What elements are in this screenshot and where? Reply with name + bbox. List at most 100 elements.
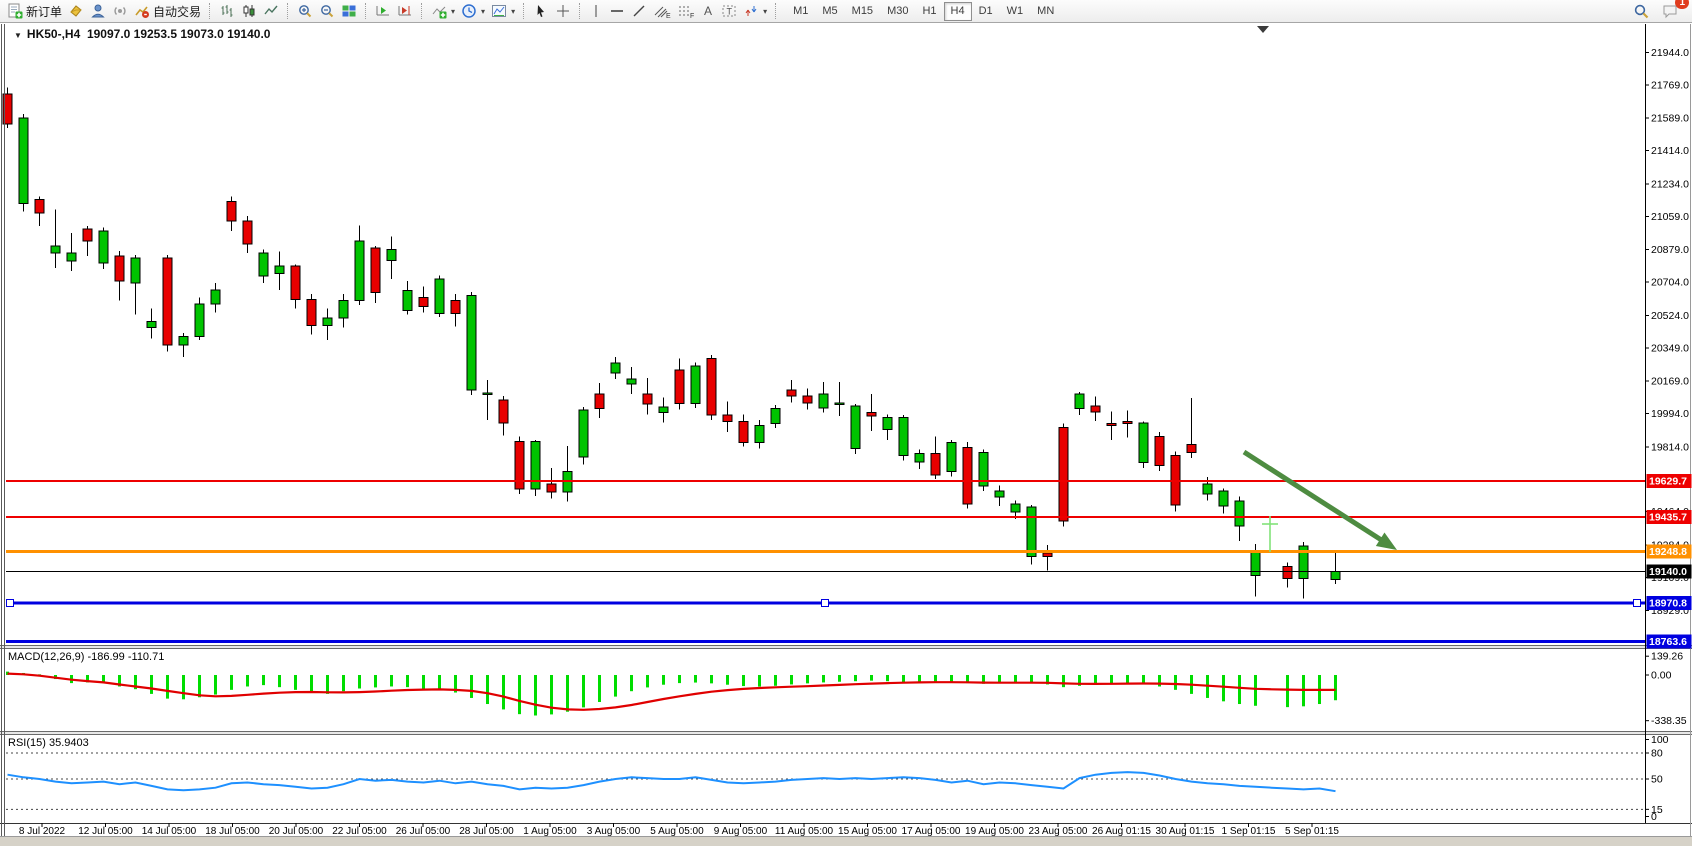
timeframe-h4[interactable]: H4	[944, 2, 972, 21]
auto-trading-button[interactable]: 自动交易	[131, 1, 204, 21]
candle-bearish[interactable]	[227, 202, 236, 222]
candle-bearish[interactable]	[1043, 553, 1052, 557]
candle-bullish[interactable]	[179, 337, 188, 346]
candle-bullish[interactable]	[67, 253, 76, 261]
candle-bearish[interactable]	[371, 248, 380, 293]
candle-bearish[interactable]	[963, 448, 972, 505]
crosshair-tool-button[interactable]	[552, 1, 574, 21]
candle-bullish[interactable]	[627, 379, 636, 384]
candle-bearish[interactable]	[723, 415, 732, 422]
candle-bullish[interactable]	[323, 318, 332, 326]
search-button[interactable]	[1630, 1, 1653, 21]
candle-bearish[interactable]	[419, 298, 428, 307]
candle-bullish[interactable]	[1235, 501, 1244, 526]
candle-bullish[interactable]	[755, 426, 764, 443]
periods-button[interactable]: ▾	[458, 1, 488, 21]
candle-bullish[interactable]	[339, 301, 348, 319]
candle-bullish[interactable]	[883, 418, 892, 430]
timeframe-d1[interactable]: D1	[972, 2, 1000, 21]
candle-bearish[interactable]	[931, 454, 940, 476]
candle-bullish[interactable]	[275, 266, 284, 274]
candle-bearish[interactable]	[867, 413, 876, 417]
timeframe-m1[interactable]: M1	[786, 2, 815, 21]
trendline-tool[interactable]	[628, 1, 650, 21]
candle-bearish[interactable]	[1059, 428, 1068, 522]
candle-bullish[interactable]	[1219, 491, 1228, 506]
timeframe-m30[interactable]: M30	[880, 2, 915, 21]
candle-bearish[interactable]	[451, 301, 460, 314]
candle-bearish[interactable]	[35, 200, 44, 214]
candle-bullish[interactable]	[835, 403, 844, 405]
indicators-button[interactable]: ▾	[428, 1, 458, 21]
candle-bullish[interactable]	[611, 363, 620, 373]
candle-bullish[interactable]	[51, 246, 60, 253]
cursor-tool-button[interactable]	[530, 1, 552, 21]
line-selection-handle[interactable]	[822, 600, 829, 607]
line-selection-handle[interactable]	[1634, 600, 1641, 607]
candle-bearish[interactable]	[83, 229, 92, 241]
chart-shift-button[interactable]	[394, 1, 416, 21]
candle-bullish[interactable]	[819, 394, 828, 408]
candle-bullish[interactable]	[691, 366, 700, 404]
candle-bearish[interactable]	[739, 422, 748, 443]
line-chart-mode-button[interactable]	[260, 1, 282, 21]
candlestick-mode-button[interactable]	[238, 1, 260, 21]
candle-bullish[interactable]	[131, 258, 140, 283]
candle-bullish[interactable]	[899, 418, 908, 456]
candle-bullish[interactable]	[387, 250, 396, 261]
candle-bearish[interactable]	[1187, 445, 1196, 453]
candle-bullish[interactable]	[1139, 423, 1148, 463]
candle-bearish[interactable]	[547, 484, 556, 492]
candle-bearish[interactable]	[1123, 422, 1132, 424]
candle-bullish[interactable]	[851, 406, 860, 449]
candle-bearish[interactable]	[675, 370, 684, 404]
templates-button[interactable]: ▾	[488, 1, 518, 21]
arrows-tool[interactable]: ▾	[740, 1, 770, 21]
candle-bearish[interactable]	[643, 394, 652, 404]
candle-bullish[interactable]	[1027, 507, 1036, 557]
new-order-button[interactable]: 新订单	[4, 1, 65, 21]
candle-bearish[interactable]	[243, 221, 252, 244]
candle-bullish[interactable]	[1075, 394, 1084, 409]
candle-bearish[interactable]	[707, 359, 716, 416]
candle-bullish[interactable]	[483, 393, 492, 395]
candle-bearish[interactable]	[595, 394, 604, 409]
candle-bullish[interactable]	[1331, 572, 1340, 580]
zoom-out-button[interactable]	[316, 1, 338, 21]
candle-bearish[interactable]	[499, 400, 508, 423]
candle-bearish[interactable]	[163, 258, 172, 345]
candle-bullish[interactable]	[915, 454, 924, 463]
candle-bullish[interactable]	[259, 253, 268, 276]
timeframe-m15[interactable]: M15	[845, 2, 880, 21]
candle-bullish[interactable]	[147, 322, 156, 328]
timeframe-mn[interactable]: MN	[1030, 2, 1061, 21]
candle-bullish[interactable]	[771, 409, 780, 424]
candle-bullish[interactable]	[19, 118, 28, 204]
text-tool[interactable]: A	[698, 1, 718, 21]
notifications-button[interactable]: 1	[1659, 1, 1682, 21]
candle-bearish[interactable]	[291, 266, 300, 300]
horizontal-line-tool[interactable]	[606, 1, 628, 21]
candle-bearish[interactable]	[1107, 424, 1116, 426]
candle-bullish[interactable]	[355, 241, 364, 301]
candle-bullish[interactable]	[947, 443, 956, 472]
candle-bearish[interactable]	[307, 300, 316, 326]
fibonacci-tool[interactable]: F	[674, 1, 698, 21]
candle-bullish[interactable]	[195, 304, 204, 337]
candle-bullish[interactable]	[99, 231, 108, 263]
text-label-tool[interactable]: T	[718, 1, 740, 21]
candle-bullish[interactable]	[1203, 484, 1212, 494]
candle-bullish[interactable]	[659, 407, 668, 413]
candle-bullish[interactable]	[211, 290, 220, 304]
profile-button[interactable]	[87, 1, 109, 21]
zoom-in-button[interactable]	[294, 1, 316, 21]
tile-windows-button[interactable]	[338, 1, 360, 21]
timeframe-w1[interactable]: W1	[1000, 2, 1031, 21]
broadcast-button[interactable]	[109, 1, 131, 21]
chart-canvas[interactable]: 21944.021769.021589.021414.021234.021059…	[0, 0, 1692, 846]
timeframe-h1[interactable]: H1	[915, 2, 943, 21]
styles-button[interactable]	[65, 1, 87, 21]
candle-bullish[interactable]	[579, 410, 588, 457]
candle-bullish[interactable]	[435, 279, 444, 314]
candle-bullish[interactable]	[403, 291, 412, 311]
